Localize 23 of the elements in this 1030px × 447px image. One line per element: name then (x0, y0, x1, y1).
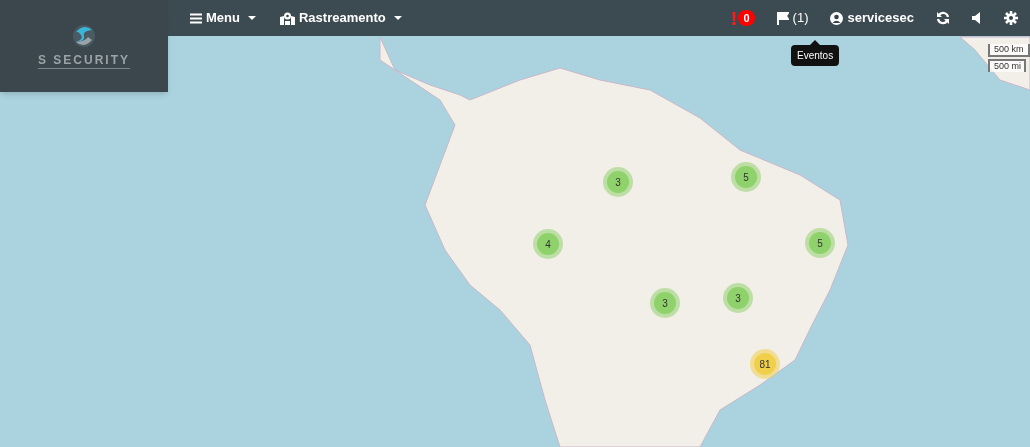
refresh-icon (936, 11, 950, 25)
volume-button[interactable] (972, 12, 982, 24)
user-button[interactable]: servicesec (830, 8, 914, 28)
nav-menu-button[interactable]: Menu (190, 8, 256, 28)
logo-text: S SECURITY (38, 53, 130, 69)
speaker-icon (972, 12, 982, 24)
alerts-button[interactable]: 0 (732, 10, 755, 26)
alert-icon (732, 11, 737, 25)
caret-icon (393, 15, 402, 21)
alert-count-badge: 0 (738, 10, 755, 26)
tooltip-text: Eventos (791, 45, 840, 66)
scale-metric: 500 km (988, 44, 1030, 57)
settings-button[interactable] (1004, 11, 1018, 25)
nav-menu-button[interactable]: Rastreamento (279, 8, 402, 28)
scale-imperial: 500 mi (988, 59, 1026, 72)
user-icon (830, 11, 844, 25)
events-button[interactable]: (1) (776, 8, 809, 28)
logo-icon (72, 23, 96, 49)
refresh-button[interactable] (936, 11, 950, 25)
flag-icon (776, 11, 789, 25)
caret-icon (247, 15, 256, 21)
hamburger-icon (190, 12, 202, 24)
settings-icon (1004, 11, 1018, 25)
